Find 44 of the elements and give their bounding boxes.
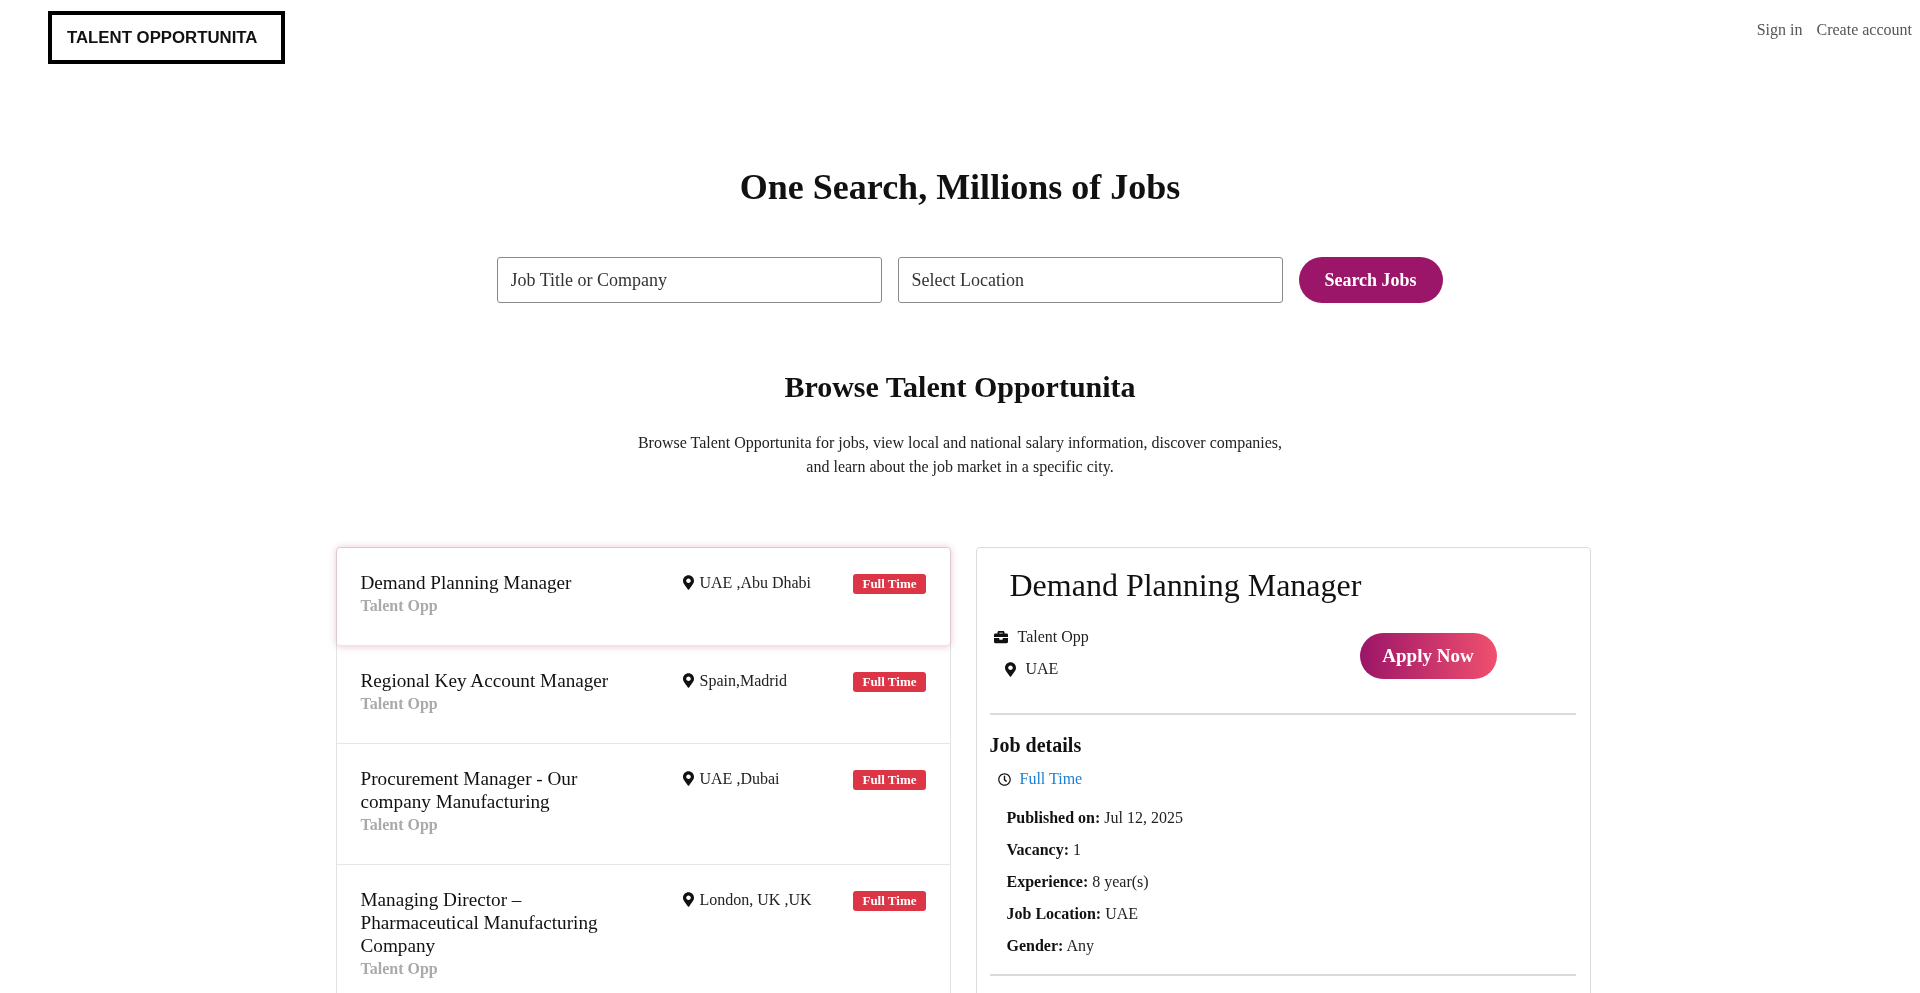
detail-fact: Job Location: UAE (1006, 904, 1140, 924)
job-title: Regional Key Account Manager (360, 669, 609, 692)
job-location: UAE ,Abu Dhabi (699, 573, 812, 593)
location-pin-icon (682, 892, 694, 907)
job-title: Managing Director – Pharmaceutical Manufacturing Company (360, 888, 599, 957)
nav-link[interactable]: Create account (1816, 21, 1912, 39)
company-name: Talent Opp (360, 959, 438, 980)
details-heading: Job details (989, 733, 1083, 757)
location-pin-icon (1004, 661, 1016, 677)
clock-icon (997, 772, 1011, 786)
detail-fact: Published on: Jul 12, 2025 (1006, 808, 1184, 828)
job-list-item[interactable]: Demand Planning Manager Talent Opp UAE ,Abu Dhabi Full Time (336, 548, 950, 646)
detail-company: Talent Opp (1017, 628, 1089, 646)
job-type-badge: Full Time (853, 770, 926, 790)
location-pin-icon (682, 771, 694, 786)
briefcase-icon (992, 630, 1009, 644)
job-location: London, UK ,UK (699, 890, 812, 910)
nav-link[interactable]: Sign in (1756, 21, 1803, 39)
apply-now-button[interactable]: Apply Now (1359, 633, 1497, 679)
logo[interactable]: TALENT OPPORTUNITA (48, 11, 285, 64)
job-type-text: Full Time (1019, 770, 1083, 788)
job-location: Spain,Madrid (699, 671, 788, 692)
company-name: Talent Opp (360, 694, 438, 715)
hero-title: One Search, Millions of Jobs (738, 166, 1182, 209)
detail-fact: Vacancy: 1 (1006, 840, 1082, 861)
detail-location: UAE (1025, 660, 1059, 678)
section-title: Browse Talent Opportunita (783, 369, 1137, 405)
job-type-badge: Full Time (853, 574, 926, 594)
section-description: Browse Talent Opportunita for jobs, view local and national salary information, discover companies, and learn about the job market in a specific city. (636, 433, 1284, 478)
job-type-badge: Full Time (853, 672, 926, 692)
job-location: UAE ,Dubai (699, 769, 780, 789)
location-pin-icon (682, 673, 694, 688)
location-field[interactable]: Select Location (897, 257, 1283, 303)
company-name: Talent Opp (360, 596, 438, 617)
detail-fact: Experience: 8 year(s) (1006, 872, 1150, 893)
detail-job-title: Demand Planning Manager (1008, 566, 1363, 604)
job-title: Demand Planning Manager (360, 571, 572, 594)
keyword-field[interactable]: Job Title or Company (496, 257, 882, 303)
detail-fact: Gender: Any (1006, 936, 1096, 957)
job-title: Procurement Manager - Our company Manufacturing (360, 767, 579, 813)
search-jobs-button[interactable]: Search Jobs (1298, 257, 1443, 303)
job-type-badge: Full Time (853, 891, 926, 911)
company-name: Talent Opp (360, 815, 438, 836)
location-pin-icon (682, 575, 694, 590)
